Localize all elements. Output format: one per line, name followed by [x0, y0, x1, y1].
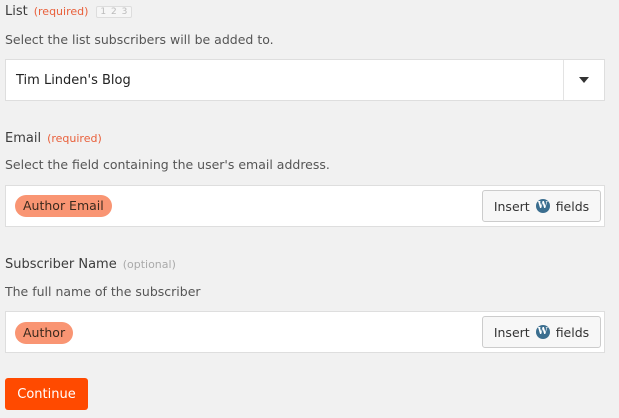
insert-label: Insert	[493, 324, 530, 340]
fields-label: fields	[555, 198, 590, 214]
list-label: List	[5, 4, 28, 19]
subscriber-name-label: Subscriber Name	[5, 257, 117, 272]
caret-down-icon	[579, 77, 589, 83]
email-label-row: Email (required)	[5, 131, 102, 146]
list-selected-value: Tim Linden's Blog	[16, 73, 131, 88]
subscriber-name-field[interactable]: Author Insert W fields	[5, 311, 605, 353]
email-field[interactable]: Author Email Insert W fields	[5, 185, 605, 227]
email-label: Email	[5, 131, 42, 146]
wordpress-icon: W	[535, 325, 550, 339]
subscriber-name-insert-fields-button[interactable]: Insert W fields	[482, 316, 601, 348]
continue-button[interactable]: Continue	[5, 378, 88, 410]
email-required-tag: (required)	[47, 132, 102, 145]
wordpress-icon: W	[535, 199, 550, 213]
author-token[interactable]: Author	[15, 322, 74, 344]
fields-label: fields	[555, 324, 590, 340]
email-description: Select the field containing the user's e…	[5, 157, 330, 172]
list-select[interactable]: Tim Linden's Blog	[5, 59, 605, 101]
author-email-token[interactable]: Author Email	[15, 195, 112, 217]
subscriber-name-label-row: Subscriber Name (optional)	[5, 257, 176, 272]
list-required-tag: (required)	[33, 5, 89, 18]
insert-label: Insert	[493, 198, 530, 214]
list-number-badge: 1 2 3	[96, 6, 133, 18]
email-insert-fields-button[interactable]: Insert W fields	[482, 190, 601, 222]
subscriber-name-optional-tag: (optional)	[122, 258, 176, 271]
list-label-row: List (required) 1 2 3	[5, 4, 133, 19]
list-dropdown-toggle[interactable]	[563, 60, 604, 100]
subscriber-name-description: The full name of the subscriber	[5, 284, 201, 299]
list-description: Select the list subscribers will be adde…	[5, 32, 274, 47]
